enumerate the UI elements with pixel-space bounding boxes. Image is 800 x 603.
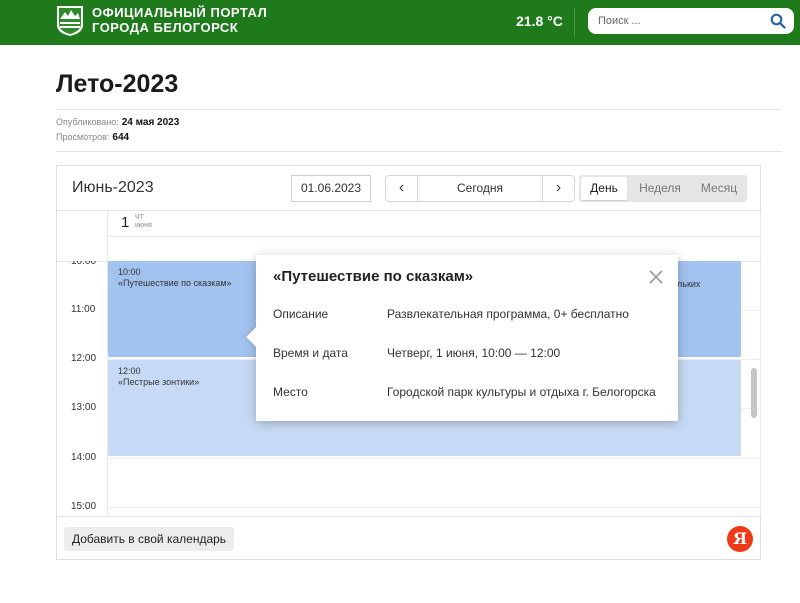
hour-label: 11:00 [71, 304, 96, 315]
add-to-calendar-button[interactable]: Добавить в свой календарь [64, 527, 234, 551]
date-input[interactable]: 01.06.2023 [291, 175, 371, 202]
day-month: июня [135, 222, 152, 229]
hour-gridline [107, 458, 761, 459]
hour-label: 13:00 [71, 402, 97, 413]
search-icon[interactable] [770, 13, 786, 29]
partial-event-text: льких [677, 279, 701, 289]
today-button[interactable]: Сегодня [418, 176, 542, 201]
views-count: 644 [112, 132, 130, 143]
title-divider [56, 109, 782, 110]
next-day-button[interactable]: › [542, 176, 574, 201]
event-details-popup: «Путешествие по сказкам» Описание Развле… [246, 255, 678, 421]
hour-label: 12:00 [71, 353, 97, 364]
views-meta: Просмотров: 644 [56, 132, 129, 143]
place-value: Городской парк культуры и отдыха г. Бело… [387, 385, 656, 399]
day-weekday: ЧТ [135, 214, 144, 221]
hour-label: 15:00 [71, 501, 97, 512]
popup-title: «Путешествие по сказкам» [273, 268, 474, 285]
published-meta: Опубликовано: 24 мая 2023 [56, 117, 179, 128]
place-label: Место [273, 385, 308, 399]
footer-divider [57, 516, 762, 517]
day-number: 1 [121, 214, 130, 231]
published-label: Опубликовано: [56, 117, 119, 127]
date-navigation: ‹ Сегодня › [385, 175, 575, 202]
event-title: «Пестрые зонтики» [118, 377, 200, 387]
datetime-label: Время и дата [273, 346, 348, 360]
all-day-row[interactable] [107, 236, 761, 237]
brand-line-1: ОФИЦИАЛЬНЫЙ ПОРТАЛ [92, 5, 268, 20]
scrollbar-thumb[interactable] [751, 368, 757, 418]
city-coat-of-arms-icon[interactable] [56, 5, 84, 37]
description-value: Развлекательная программа, 0+ бесплатно [387, 307, 629, 321]
header-divider [574, 8, 575, 36]
event-title: «Путешествие по сказкам» [118, 278, 232, 288]
event-text: 10:00 «Путешествие по сказкам» [118, 267, 232, 289]
event-text: 12:00 «Пестрые зонтики» [118, 366, 199, 388]
temperature-readout: 21.8 °C [516, 13, 563, 29]
event-time: 12:00 [118, 366, 141, 376]
page-title: Лето-2023 [56, 70, 179, 98]
view-week-tab[interactable]: Неделя [631, 177, 689, 200]
calendar-month-title: Июнь-2023 [72, 179, 154, 196]
search-input[interactable] [598, 12, 758, 30]
brand-line-2: ГОРОДА БЕЛОГОРСК [92, 20, 239, 35]
hour-label: 14:00 [71, 452, 97, 463]
view-month-tab[interactable]: Месяц [693, 177, 745, 200]
search-box [588, 8, 794, 34]
description-label: Описание [273, 307, 329, 321]
published-date: 24 мая 2023 [121, 117, 180, 128]
site-header: ОФИЦИАЛЬНЫЙ ПОРТАЛ ГОРОДА БЕЛОГОРСК 21.8… [0, 0, 800, 45]
close-icon[interactable] [647, 268, 665, 286]
hour-gridline [107, 507, 761, 508]
day-name: ЧТ июня [135, 214, 152, 230]
datetime-value: Четверг, 1 июня, 10:00 — 12:00 [387, 346, 561, 360]
yandex-logo-icon[interactable]: Я [727, 526, 753, 552]
views-label: Просмотров: [56, 132, 110, 142]
portal-brand[interactable]: ОФИЦИАЛЬНЫЙ ПОРТАЛ ГОРОДА БЕЛОГОРСК [92, 5, 267, 35]
prev-day-button[interactable]: ‹ [386, 176, 418, 201]
view-switcher: День Неделя Месяц [579, 175, 747, 202]
day-column-header [57, 210, 762, 258]
view-day-tab[interactable]: День [581, 177, 627, 200]
meta-divider [56, 151, 782, 152]
column-divider [760, 210, 761, 516]
event-time: 10:00 [118, 267, 141, 277]
